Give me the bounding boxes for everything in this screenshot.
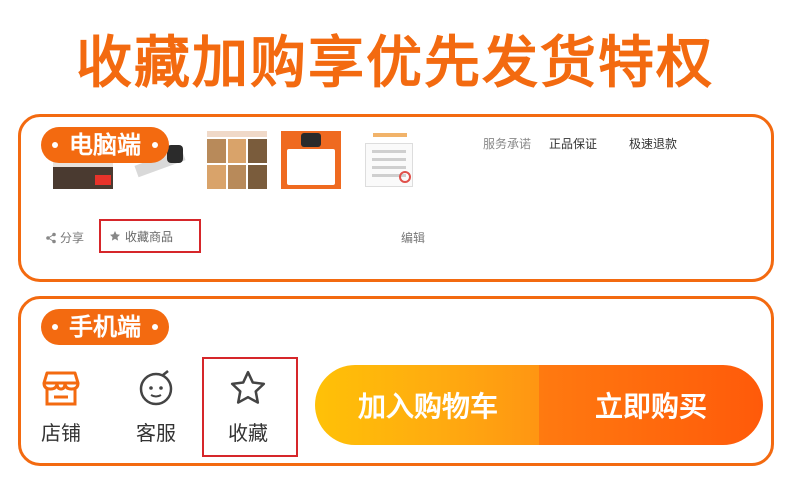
fast-refund-label[interactable]: 极速退款 bbox=[629, 135, 677, 152]
share-link[interactable]: 分享 bbox=[45, 229, 84, 246]
star-icon bbox=[110, 231, 120, 241]
pc-panel: 电脑端 服务承诺 正品保证 极速退款 分享 收藏商品 编辑 bbox=[18, 114, 774, 282]
buy-now-button[interactable]: 立即购买 bbox=[539, 365, 763, 445]
store-icon bbox=[42, 371, 80, 406]
authentic-guarantee-label[interactable]: 正品保证 bbox=[549, 135, 597, 152]
mobile-tag: 手机端 bbox=[41, 309, 169, 345]
mobile-panel: 手机端 店铺 客服 收藏 加入购物车 立即购买 bbox=[18, 296, 774, 466]
favorite-button[interactable]: 收藏 bbox=[208, 369, 288, 446]
favorite-product-label: 收藏商品 bbox=[125, 229, 174, 244]
share-icon bbox=[46, 232, 56, 243]
chat-icon bbox=[139, 370, 173, 406]
product-thumbnail-3[interactable] bbox=[207, 131, 267, 189]
promo-headline: 收藏加购享优先发货特权 bbox=[76, 31, 714, 96]
customer-service-button[interactable]: 客服 bbox=[116, 369, 196, 446]
share-label: 分享 bbox=[60, 231, 85, 245]
favorite-label: 收藏 bbox=[228, 421, 268, 445]
shop-label: 店铺 bbox=[41, 421, 81, 445]
product-thumbnail-4[interactable] bbox=[281, 131, 341, 189]
edit-link[interactable]: 编辑 bbox=[401, 229, 425, 246]
favorite-product-button[interactable]: 收藏商品 bbox=[99, 219, 201, 253]
pc-tag: 电脑端 bbox=[41, 127, 169, 163]
product-thumbnail-5[interactable] bbox=[359, 131, 419, 189]
add-to-cart-button[interactable]: 加入购物车 bbox=[315, 365, 541, 445]
service-promise-label: 服务承诺 bbox=[483, 137, 532, 151]
star-outline-icon bbox=[230, 370, 266, 404]
customer-service-label: 客服 bbox=[136, 421, 176, 445]
shop-button[interactable]: 店铺 bbox=[21, 369, 101, 446]
